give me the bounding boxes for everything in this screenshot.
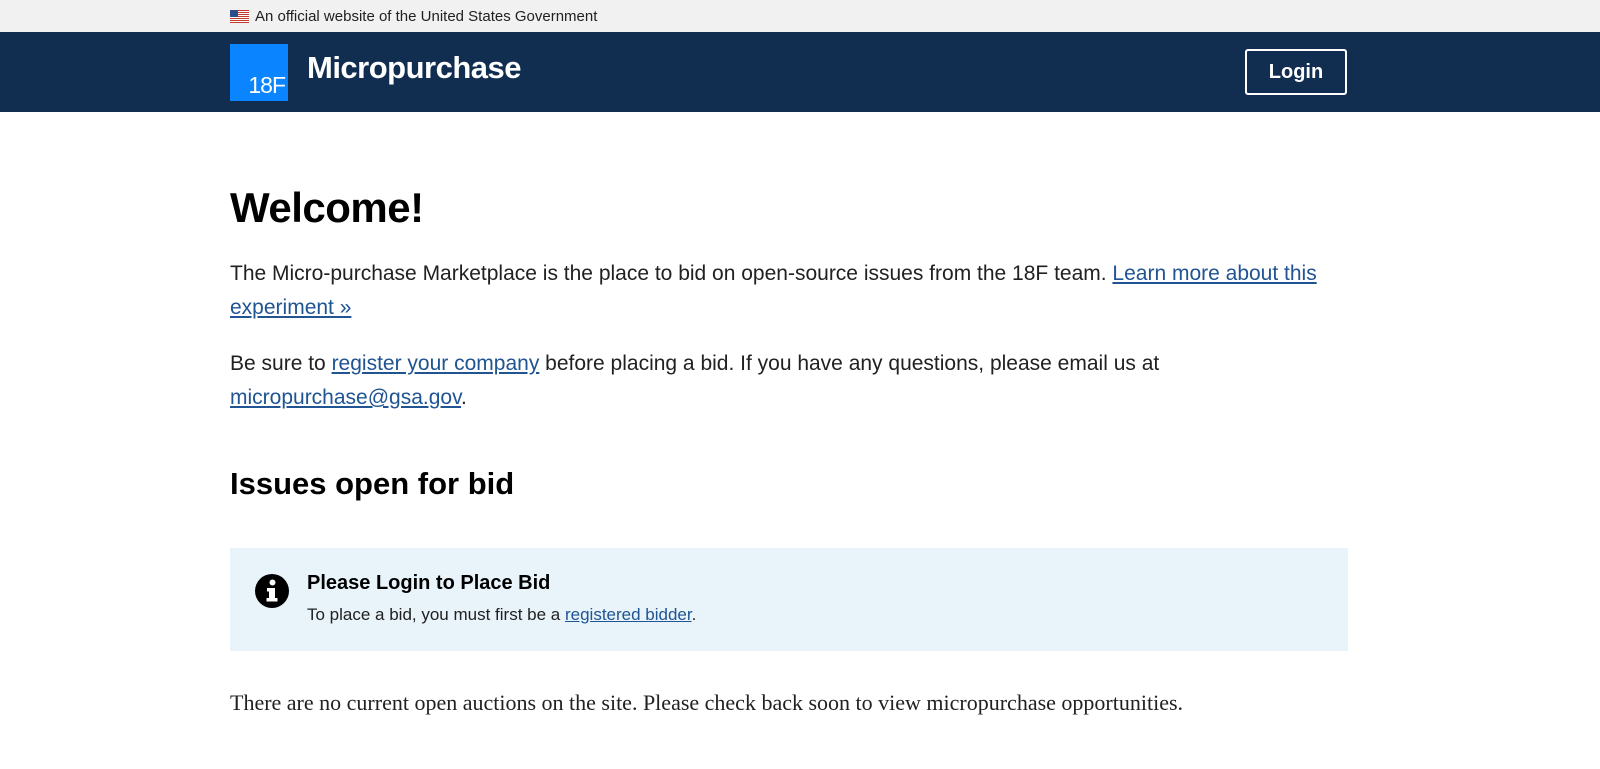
18f-logo[interactable]: 18F (230, 44, 288, 101)
register-paragraph: Be sure to register your company before … (230, 347, 1348, 415)
alert-title: Please Login to Place Bid (307, 572, 551, 594)
login-button[interactable]: Login (1245, 49, 1347, 95)
gov-banner-text: An official website of the United States… (255, 7, 598, 25)
page-title: Welcome! (230, 184, 424, 231)
registered-bidder-link[interactable]: registered bidder (565, 605, 692, 624)
alert-body-suffix: . (691, 605, 697, 624)
alert-body-prefix: To place a bid, you must first be a (307, 605, 565, 624)
site-title[interactable]: Micropurchase (307, 50, 522, 86)
register-company-link[interactable]: register your company (332, 352, 540, 375)
email-link[interactable]: micropurchase@gsa.gov (230, 386, 461, 409)
alert-body: To place a bid, you must first be a regi… (307, 605, 696, 625)
register-middle: before placing a bid. If you have any qu… (539, 352, 1160, 375)
section-heading: Issues open for bid (230, 466, 515, 501)
gov-banner: An official website of the United States… (0, 0, 1600, 32)
register-suffix: . (461, 386, 467, 409)
logo-text: 18F (248, 72, 286, 98)
site-header: 18F Micropurchase Login (0, 32, 1600, 112)
login-alert: Please Login to Place Bid To place a bid… (230, 548, 1348, 651)
no-auctions-message: There are no current open auctions on th… (230, 690, 1184, 715)
register-prefix: Be sure to (230, 352, 332, 375)
gov-banner-content: An official website of the United States… (230, 0, 597, 32)
intro-text: The Micro-purchase Marketplace is the pl… (230, 262, 1113, 285)
info-icon (255, 574, 289, 608)
us-flag-icon (230, 9, 249, 23)
intro-paragraph: The Micro-purchase Marketplace is the pl… (230, 257, 1348, 325)
